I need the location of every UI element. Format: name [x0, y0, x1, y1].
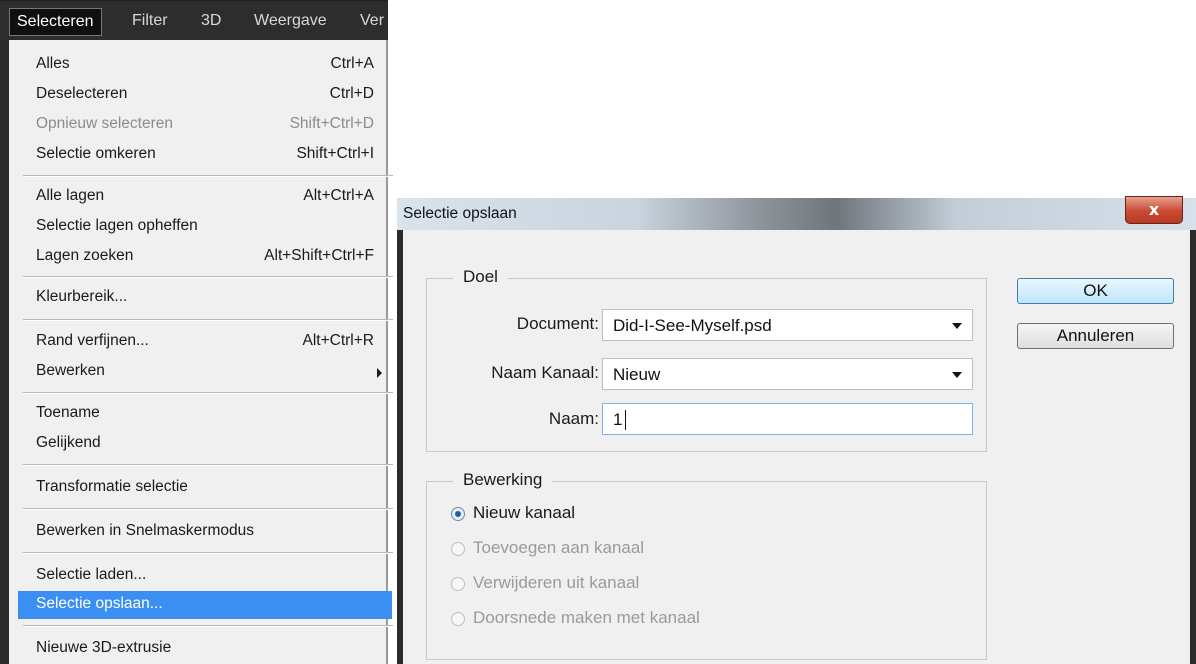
naam-input[interactable]: 1 [602, 403, 973, 435]
menu-bar: Selecteren Filter 3D Weergave Ver [0, 0, 388, 40]
menu-item-selectie-omkeren[interactable]: Selectie omkeren Shift+Ctrl+I [36, 141, 374, 169]
menu-item-kleurbereik[interactable]: Kleurbereik... [36, 284, 374, 312]
menu-item-label: Selectie laden... [36, 566, 147, 583]
menu-item-bewerken[interactable]: Bewerken [36, 358, 382, 386]
radio-label: Verwijderen uit kanaal [473, 573, 640, 592]
menu-item-label: Selectie omkeren [36, 145, 156, 162]
selecteren-dropdown: Alles Ctrl+A Deselecteren Ctrl+D Opnieuw… [0, 40, 393, 664]
close-icon: x [1148, 200, 1160, 219]
menu-3d[interactable]: 3D [201, 1, 221, 40]
dialog-body: Doel Document: Did-I-See-Myself.psd Naam… [403, 230, 1190, 664]
submenu-arrow-icon [377, 368, 382, 378]
menu-selecteren[interactable]: Selecteren [9, 8, 102, 36]
document-select[interactable]: Did-I-See-Myself.psd [602, 309, 973, 341]
chevron-down-icon [952, 323, 962, 329]
radio-label: Toevoegen aan kanaal [473, 538, 645, 557]
kanaal-label: Naam Kanaal: [491, 363, 599, 382]
document-value: Did-I-See-Myself.psd [613, 316, 772, 335]
dialog-titlebar[interactable]: Selectie opslaan x [397, 196, 1196, 230]
menu-item-opnieuw-selecteren: Opnieuw selecteren Shift+Ctrl+D [36, 111, 374, 139]
menu-separator [23, 175, 393, 177]
menu-item-label: Bewerken in Snelmaskermodus [36, 522, 254, 539]
menu-venster[interactable]: Ver [360, 1, 384, 40]
radio-unchecked-icon [451, 577, 465, 591]
menu-item-label: Deselecteren [36, 85, 128, 102]
radio-label: Nieuw kanaal [473, 503, 576, 522]
menu-item-shortcut: Ctrl+D [329, 85, 374, 102]
doel-group: Doel Document: Did-I-See-Myself.psd Naam… [426, 267, 987, 452]
radio-checked-icon [451, 507, 465, 521]
kanaal-value: Nieuw [613, 365, 661, 384]
naam-value: 1 [613, 410, 623, 429]
menu-item-rand-verfijnen[interactable]: Rand verfijnen... Alt+Ctrl+R [36, 328, 374, 356]
menu-item-nieuwe-3d-extrusie[interactable]: Nieuwe 3D-extrusie [36, 635, 374, 663]
menu-item-shortcut: Shift+Ctrl+D [289, 115, 374, 132]
menu-item-label: Opnieuw selecteren [36, 115, 173, 132]
menu-item-label: Toename [36, 404, 100, 421]
menu-item-shortcut: Shift+Ctrl+I [296, 145, 374, 162]
menu-item-shortcut: Alt+Ctrl+R [302, 332, 375, 349]
menu-weergave[interactable]: Weergave [254, 1, 327, 40]
cancel-button[interactable]: Annuleren [1017, 323, 1174, 349]
menu-item-alle-lagen[interactable]: Alle lagen Alt+Ctrl+A [36, 183, 374, 211]
doel-legend: Doel [453, 267, 508, 287]
radio-unchecked-icon [451, 612, 465, 626]
menu-item-selectie-opslaan[interactable]: Selectie opslaan... [18, 591, 392, 619]
naam-label: Naam: [548, 409, 599, 428]
menu-item-label: Bewerken [36, 362, 105, 379]
menu-item-gelijkend[interactable]: Gelijkend [36, 430, 374, 458]
menu-separator [23, 552, 393, 554]
menu-separator [23, 508, 393, 510]
menu-item-shortcut: Alt+Shift+Ctrl+F [264, 247, 374, 264]
menu-item-label: Alle lagen [36, 187, 105, 204]
menu-item-selectie-laden[interactable]: Selectie laden... [36, 562, 374, 590]
menu-item-label: Selectie opslaan... [36, 595, 163, 612]
menu-separator [23, 319, 393, 321]
menu-item-label: Alles [36, 55, 70, 72]
radio-unchecked-icon [451, 542, 465, 556]
menu-item-shortcut: Ctrl+A [330, 55, 375, 72]
kanaal-select[interactable]: Nieuw [602, 358, 973, 390]
menu-item-selectie-lagen-opheffen[interactable]: Selectie lagen opheffen [36, 213, 374, 241]
menu-separator [23, 276, 393, 278]
menu-item-shortcut: Alt+Ctrl+A [303, 187, 374, 204]
menu-item-lagen-zoeken[interactable]: Lagen zoeken Alt+Shift+Ctrl+F [36, 243, 374, 271]
menu-item-label: Transformatie selectie [36, 478, 188, 495]
menu-item-deselecteren[interactable]: Deselecteren Ctrl+D [36, 81, 374, 109]
menu-item-label: Selectie lagen opheffen [36, 217, 198, 234]
menu-separator [23, 625, 393, 627]
menu-item-label: Rand verfijnen... [36, 332, 149, 349]
menu-item-label: Nieuwe 3D-extrusie [36, 639, 172, 656]
chevron-down-icon [952, 372, 962, 378]
menu-item-snelmaskermodus[interactable]: Bewerken in Snelmaskermodus [36, 518, 374, 546]
menu-filter[interactable]: Filter [132, 1, 168, 40]
menu-separator [23, 464, 393, 466]
menu-item-alles[interactable]: Alles Ctrl+A [36, 51, 374, 79]
menu-item-toename[interactable]: Toename [36, 400, 374, 428]
ok-button[interactable]: OK [1017, 278, 1174, 304]
dialog-title: Selectie opslaan [403, 205, 517, 222]
close-button[interactable]: x [1125, 196, 1183, 224]
selectie-opslaan-dialog: Selectie opslaan x Doel Document: Did-I-… [397, 196, 1196, 664]
document-label: Document: [516, 314, 599, 333]
menu-item-label: Kleurbereik... [36, 288, 128, 305]
radio-label: Doorsnede maken met kanaal [473, 608, 700, 627]
text-cursor [625, 410, 626, 430]
bewerking-group: Bewerking Nieuw kanaal Toevoegen aan kan… [426, 470, 987, 660]
menu-item-label: Gelijkend [36, 434, 101, 451]
menu-separator [23, 392, 393, 394]
menu-item-transformatie-selectie[interactable]: Transformatie selectie [36, 474, 374, 502]
bewerking-legend: Bewerking [453, 470, 553, 490]
menu-item-label: Lagen zoeken [36, 247, 134, 264]
